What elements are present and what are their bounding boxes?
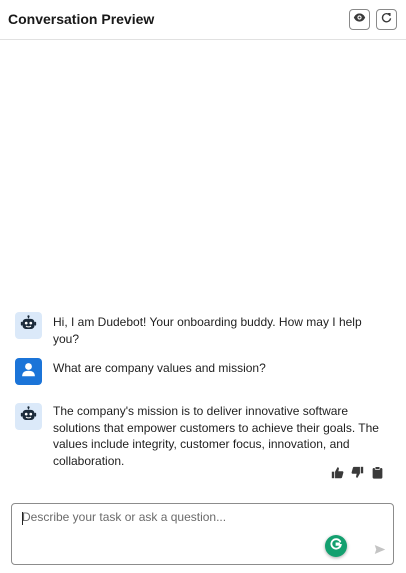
robot-icon xyxy=(20,405,37,428)
bot-avatar xyxy=(15,312,42,339)
eye-icon xyxy=(353,11,366,29)
message-text: The company's mission is to deliver inno… xyxy=(53,404,379,468)
message-text: What are company values and mission? xyxy=(53,361,266,375)
thumbs-down-icon[interactable] xyxy=(351,466,364,479)
message-text: Hi, I am Dudebot! Your onboarding buddy.… xyxy=(53,315,362,346)
chat-composer xyxy=(11,503,394,565)
header: Conversation Preview xyxy=(0,0,406,40)
message-input[interactable] xyxy=(22,510,322,530)
user-icon xyxy=(20,361,37,383)
bot-avatar xyxy=(15,403,42,430)
grammarly-icon xyxy=(329,537,343,556)
user-avatar xyxy=(15,358,42,385)
conversation-preview-panel: Conversation Preview Hi, I am Dudebot! Y… xyxy=(0,0,406,573)
thumbs-up-icon[interactable] xyxy=(331,466,344,479)
grammarly-button[interactable] xyxy=(325,535,347,557)
refresh-icon xyxy=(380,11,393,29)
send-icon xyxy=(374,542,386,560)
send-button[interactable] xyxy=(373,545,387,557)
text-caret xyxy=(22,512,23,525)
clipboard-icon[interactable] xyxy=(371,465,384,479)
message-feedback-actions xyxy=(331,464,389,480)
robot-icon xyxy=(20,314,37,337)
page-title: Conversation Preview xyxy=(8,11,155,27)
preview-button[interactable] xyxy=(349,9,370,30)
refresh-button[interactable] xyxy=(376,9,397,30)
